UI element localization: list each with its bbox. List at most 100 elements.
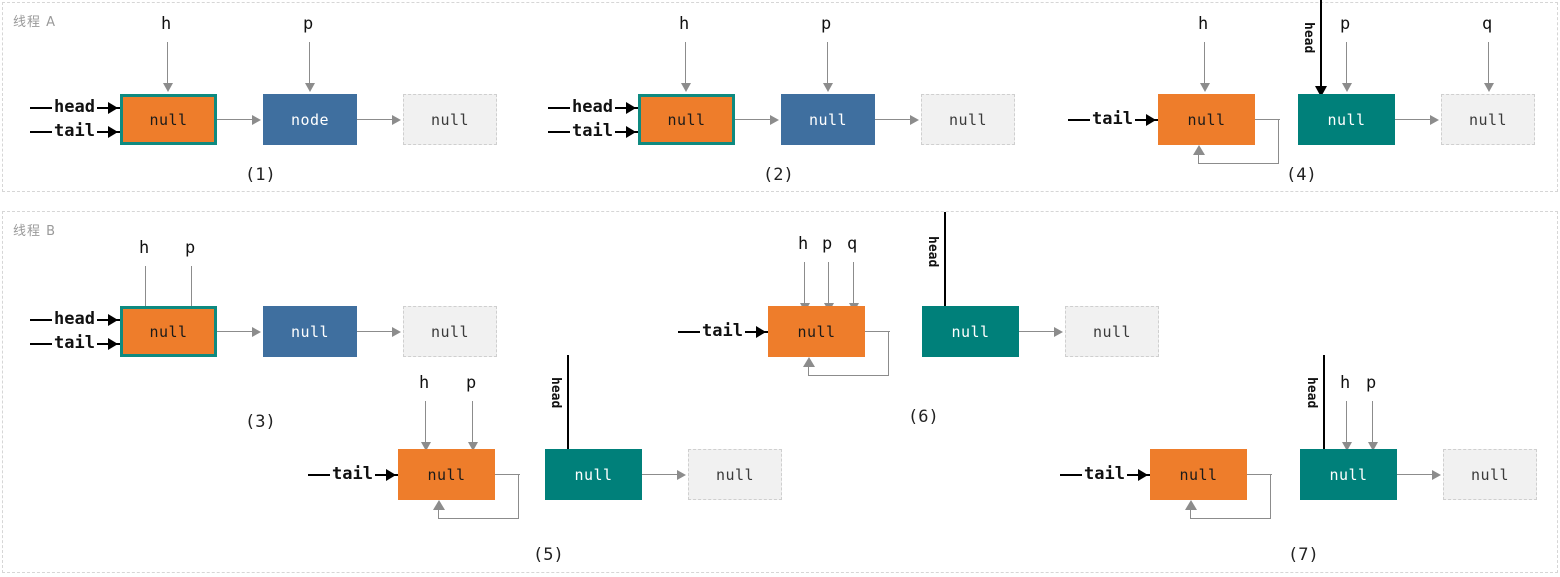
- node-box-1: null: [1158, 94, 1255, 145]
- pointer-arrow-h-shaft: [145, 266, 146, 308]
- head-vertical-shaft: [944, 212, 946, 308]
- node-value: node: [290, 110, 330, 129]
- tail-pointer-arrowhead: [108, 126, 118, 138]
- link-1-2: [217, 119, 255, 120]
- pointer-label-h: h: [798, 234, 809, 254]
- node-value: null: [149, 322, 188, 341]
- tail-pointer-label: tail: [570, 121, 615, 141]
- link-1-2-arrowhead: [252, 115, 261, 125]
- tail-pointer-label: tail: [52, 121, 97, 141]
- pointer-label-h: h: [679, 14, 690, 34]
- pointer-label-h: h: [139, 238, 150, 258]
- node-box-3: null: [403, 306, 497, 357]
- figure-2: h p head tail null null null (2): [518, 0, 1038, 190]
- node-box-2: null: [781, 94, 875, 145]
- figure-caption: (7): [1288, 545, 1319, 565]
- link-1-2: [735, 119, 773, 120]
- node-value: null: [808, 110, 848, 129]
- figure-5: h p head tail null null null (5): [288, 355, 808, 570]
- node-box-2: null: [1300, 449, 1397, 500]
- head-pointer-label: head: [1301, 22, 1316, 54]
- figure-4: h head p q tail null null null (4): [1058, 0, 1558, 190]
- head-pointer-label: head: [548, 377, 563, 409]
- pointer-label-p: p: [466, 373, 477, 393]
- tail-pointer-arrowhead: [1138, 469, 1148, 481]
- head-pointer-arrowhead: [626, 102, 636, 114]
- pointer-arrow-p-shaft: [1372, 401, 1373, 443]
- node-value: null: [1329, 465, 1368, 484]
- self-loop-left-segment: [1198, 155, 1199, 164]
- figure-7: head h p tail null null null (7): [1040, 355, 1560, 570]
- link-1-2-arrowhead: [252, 327, 261, 337]
- self-loop-arrowhead: [1185, 500, 1197, 510]
- pointer-label-p: p: [821, 14, 832, 34]
- pointer-arrow-h-shaft: [1204, 42, 1205, 84]
- link-1-2: [217, 331, 255, 332]
- pointer-label-p: p: [303, 14, 314, 34]
- tail-pointer-label: tail: [330, 464, 375, 484]
- link-2-3-arrowhead: [677, 470, 686, 480]
- head-pointer-label: head: [570, 97, 615, 117]
- pointer-label-p: p: [1366, 373, 1377, 393]
- figure-1: h p head tail null node null (1): [0, 0, 520, 190]
- pointer-arrow-h-shaft: [804, 262, 805, 304]
- pointer-label-h: h: [419, 373, 430, 393]
- pointer-arrow-h-shaft: [167, 42, 168, 84]
- node-value: null: [1187, 110, 1226, 129]
- tail-pointer-arrowhead: [1146, 114, 1156, 126]
- self-loop-left-segment: [808, 367, 809, 376]
- node-box-2: node: [263, 94, 357, 145]
- pointer-arrow-p-shaft: [472, 401, 473, 443]
- tail-pointer-label: tail: [700, 321, 745, 341]
- link-2-3: [1395, 119, 1433, 120]
- tail-pointer-arrowhead: [108, 338, 118, 350]
- self-loop-left-segment: [438, 510, 439, 519]
- node-box-1: null: [398, 449, 495, 500]
- node-value: null: [667, 110, 706, 129]
- pointer-arrow-q-shaft: [1488, 42, 1489, 84]
- pointer-arrow-p-head: [305, 83, 315, 92]
- pointer-label-q: q: [1482, 14, 1493, 34]
- node-box-3: null: [403, 94, 497, 145]
- pointer-arrow-h-head: [1200, 83, 1210, 92]
- self-loop-bottom-segment: [808, 375, 889, 376]
- pointer-arrow-h-shaft: [425, 401, 426, 443]
- self-loop-arrowhead: [1193, 145, 1205, 155]
- tail-pointer-label: tail: [52, 333, 97, 353]
- pointer-label-p: p: [185, 238, 196, 258]
- figure-caption: (3): [245, 412, 276, 432]
- node-value: null: [951, 322, 990, 341]
- self-loop-bottom-segment: [438, 518, 519, 519]
- pointer-arrow-p-shaft: [191, 266, 192, 308]
- node-box-1: null: [768, 306, 865, 357]
- pointer-arrow-q-shaft: [853, 262, 854, 304]
- self-loop-bottom-segment: [1198, 163, 1279, 164]
- tail-pointer-label: tail: [1082, 464, 1127, 484]
- node-box-1: null: [1150, 449, 1247, 500]
- pointer-arrow-h-shaft: [1346, 401, 1347, 443]
- link-2-3: [875, 119, 913, 120]
- pointer-label-h: h: [1340, 373, 1351, 393]
- figure-caption: (2): [763, 165, 794, 185]
- self-loop-right-segment: [888, 331, 889, 376]
- link-2-3: [357, 119, 395, 120]
- link-2-3-arrowhead: [1432, 470, 1441, 480]
- pointer-arrow-h-head: [681, 83, 691, 92]
- pointer-label-h: h: [1198, 14, 1209, 34]
- pointer-label-p: p: [1340, 14, 1351, 34]
- figure-caption: (1): [245, 165, 276, 185]
- link-2-3: [1397, 474, 1435, 475]
- self-loop-top-segment: [1255, 119, 1280, 120]
- link-2-3: [357, 331, 395, 332]
- self-loop-top-segment: [495, 474, 520, 475]
- figure-caption: (4): [1286, 165, 1317, 185]
- pointer-arrow-h-head: [163, 83, 173, 92]
- head-pointer-label: head: [52, 309, 97, 329]
- node-box-3: null: [1441, 94, 1535, 145]
- pointer-arrow-p-head: [1342, 83, 1352, 92]
- self-loop-left-segment: [1190, 510, 1191, 519]
- node-box-2: null: [545, 449, 642, 500]
- node-value: null: [1179, 465, 1218, 484]
- node-box-3: null: [688, 449, 782, 500]
- node-value: null: [1327, 110, 1366, 129]
